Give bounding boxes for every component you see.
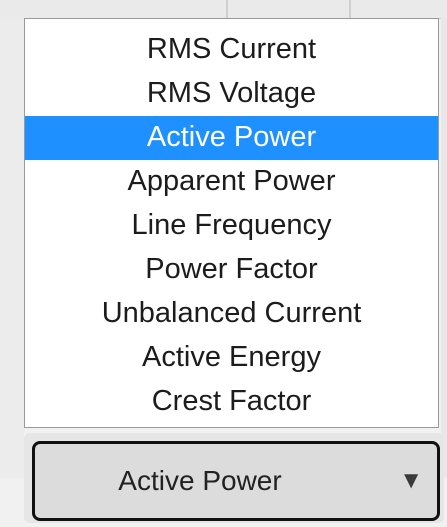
option-line-frequency[interactable]: Line Frequency [25, 204, 438, 248]
option-crest-factor[interactable]: Crest Factor [25, 380, 438, 424]
app-window: RMS Current RMS Voltage Active Power App… [0, 0, 447, 527]
dropdown-options-list: RMS Current RMS Voltage Active Power App… [24, 18, 439, 428]
option-power-factor[interactable]: Power Factor [25, 248, 438, 292]
option-rms-current[interactable]: RMS Current [25, 28, 438, 72]
option-active-energy[interactable]: Active Energy [25, 336, 438, 380]
background-panel [0, 18, 24, 478]
column-divider [226, 0, 228, 18]
table-header-strip [0, 0, 447, 19]
option-rms-voltage[interactable]: RMS Voltage [25, 72, 438, 116]
background-panel [441, 18, 447, 478]
option-unbalanced-current[interactable]: Unbalanced Current [25, 292, 438, 336]
select-container: Active Power ▼ [24, 433, 444, 523]
option-active-power[interactable]: Active Power [25, 116, 438, 160]
triangle-down-icon[interactable]: ▼ [399, 444, 423, 518]
column-divider [349, 0, 351, 18]
measurement-select[interactable]: Active Power ▼ [32, 441, 440, 521]
option-apparent-power[interactable]: Apparent Power [25, 160, 438, 204]
select-current-value: Active Power [118, 465, 282, 496]
